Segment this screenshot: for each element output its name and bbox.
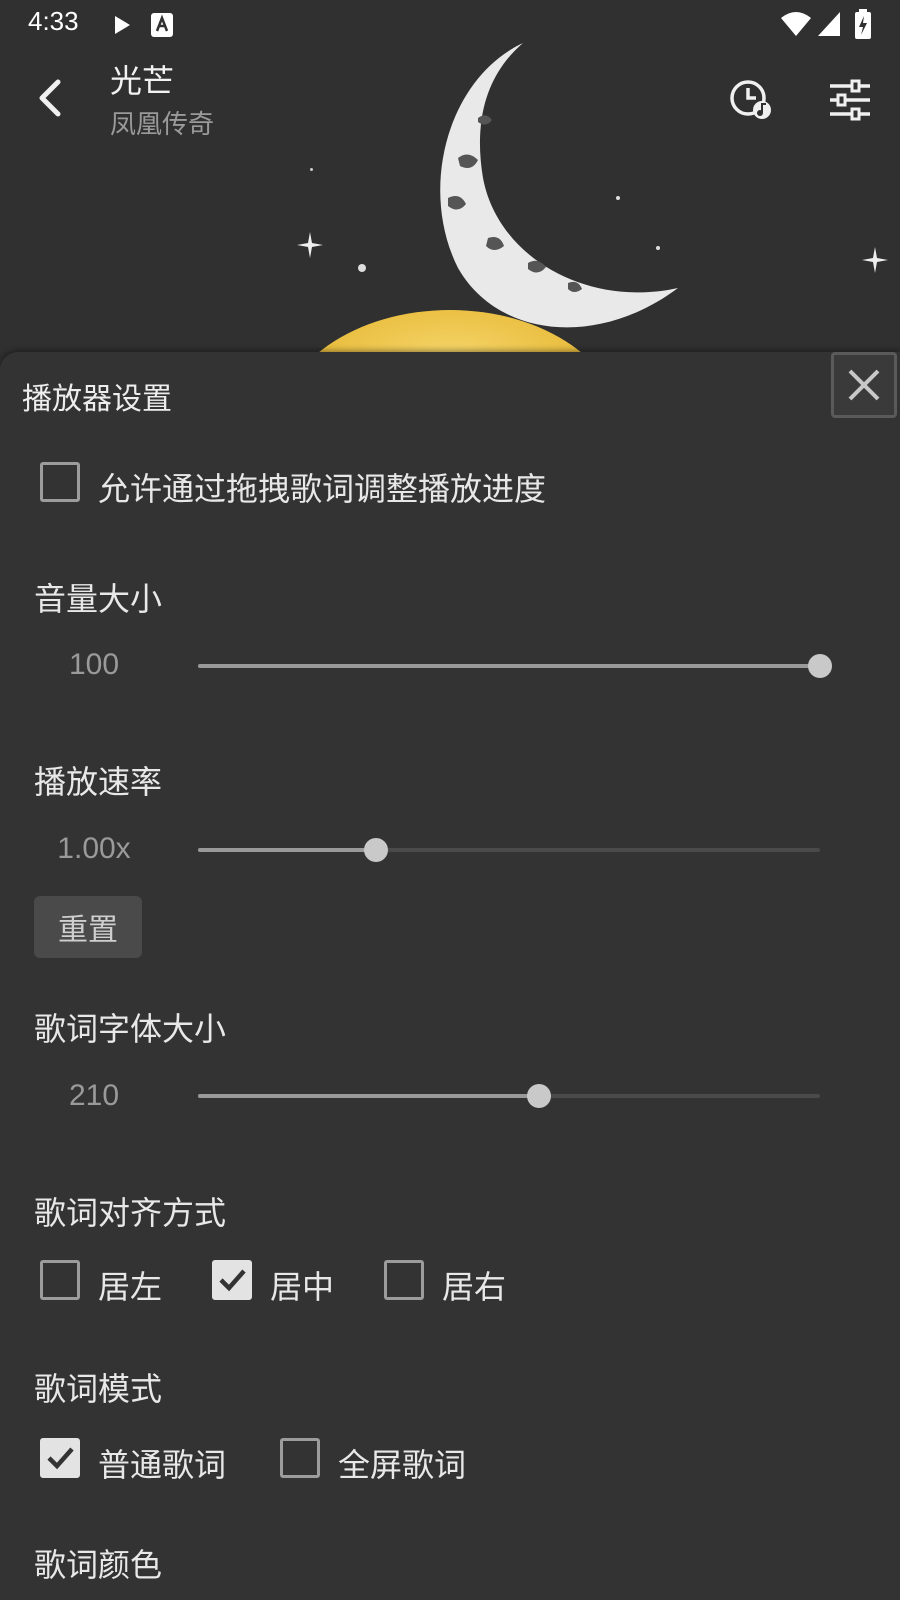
wifi-icon bbox=[781, 12, 811, 36]
volume-slider[interactable] bbox=[198, 654, 832, 678]
align-right-checkbox[interactable] bbox=[384, 1260, 424, 1300]
player-settings-sheet: 播放器设置 允许通过拖拽歌词调整播放进度 音量大小 100 播放速率 1.00x… bbox=[0, 352, 900, 1600]
lyric-mode-label: 歌词模式 bbox=[34, 1370, 163, 1408]
align-center-label: 居中 bbox=[270, 1268, 335, 1306]
equalizer-settings-button[interactable] bbox=[826, 76, 874, 124]
align-center-checkbox[interactable] bbox=[212, 1260, 252, 1300]
speed-value: 1.00x bbox=[57, 832, 131, 865]
app-notification-icon bbox=[151, 13, 173, 37]
close-button[interactable] bbox=[831, 352, 897, 418]
album-artwork-background: 4:33 光芒 凤凰传奇 bbox=[0, 0, 900, 352]
crescent-moon-artwork bbox=[440, 43, 678, 328]
align-right-label: 居右 bbox=[442, 1268, 507, 1306]
speed-slider[interactable] bbox=[198, 838, 820, 862]
reset-speed-button[interactable]: 重置 bbox=[34, 896, 142, 958]
drag-lyrics-checkbox[interactable] bbox=[40, 462, 80, 502]
song-title: 光芒 bbox=[110, 62, 175, 100]
status-bar: 4:33 bbox=[0, 0, 900, 48]
lyric-font-size-slider-thumb[interactable] bbox=[527, 1084, 552, 1108]
speed-slider-thumb[interactable] bbox=[363, 838, 388, 862]
align-left-checkbox[interactable] bbox=[40, 1260, 80, 1300]
back-button[interactable] bbox=[28, 74, 76, 122]
speed-label: 播放速率 bbox=[34, 763, 163, 801]
lyric-color-label: 歌词颜色 bbox=[34, 1546, 163, 1584]
fullscreen-lyrics-checkbox[interactable] bbox=[280, 1438, 320, 1478]
lyric-font-size-value: 210 bbox=[68, 1079, 120, 1112]
volume-slider-thumb[interactable] bbox=[808, 654, 832, 678]
align-left-label: 居左 bbox=[98, 1268, 163, 1306]
drag-lyrics-label: 允许通过拖拽歌词调整播放进度 bbox=[98, 470, 547, 508]
sheet-title: 播放器设置 bbox=[22, 382, 172, 417]
star-dot bbox=[310, 168, 313, 171]
volume-label: 音量大小 bbox=[34, 580, 163, 618]
sleep-timer-button[interactable] bbox=[728, 76, 776, 124]
star-sparkle bbox=[297, 232, 323, 258]
star-sparkle bbox=[862, 247, 888, 273]
lyric-font-size-slider[interactable] bbox=[198, 1084, 820, 1108]
normal-lyrics-label: 普通歌词 bbox=[98, 1446, 227, 1484]
lyric-font-size-label: 歌词字体大小 bbox=[34, 1010, 227, 1048]
volume-slider-fill bbox=[198, 664, 820, 668]
close-icon bbox=[848, 369, 880, 401]
battery-icon bbox=[855, 9, 871, 39]
cell-signal-icon bbox=[818, 12, 840, 36]
play-notification-icon bbox=[115, 16, 130, 34]
fullscreen-lyrics-label: 全屏歌词 bbox=[338, 1446, 467, 1484]
star-dot bbox=[358, 264, 366, 272]
lyric-font-size-slider-fill bbox=[198, 1094, 540, 1098]
song-artist: 凤凰传奇 bbox=[110, 110, 215, 140]
status-time: 4:33 bbox=[28, 6, 79, 36]
normal-lyrics-checkbox[interactable] bbox=[40, 1438, 80, 1478]
speed-slider-fill bbox=[198, 848, 376, 852]
volume-value: 100 bbox=[68, 648, 120, 681]
lyric-alignment-label: 歌词对齐方式 bbox=[34, 1194, 227, 1232]
